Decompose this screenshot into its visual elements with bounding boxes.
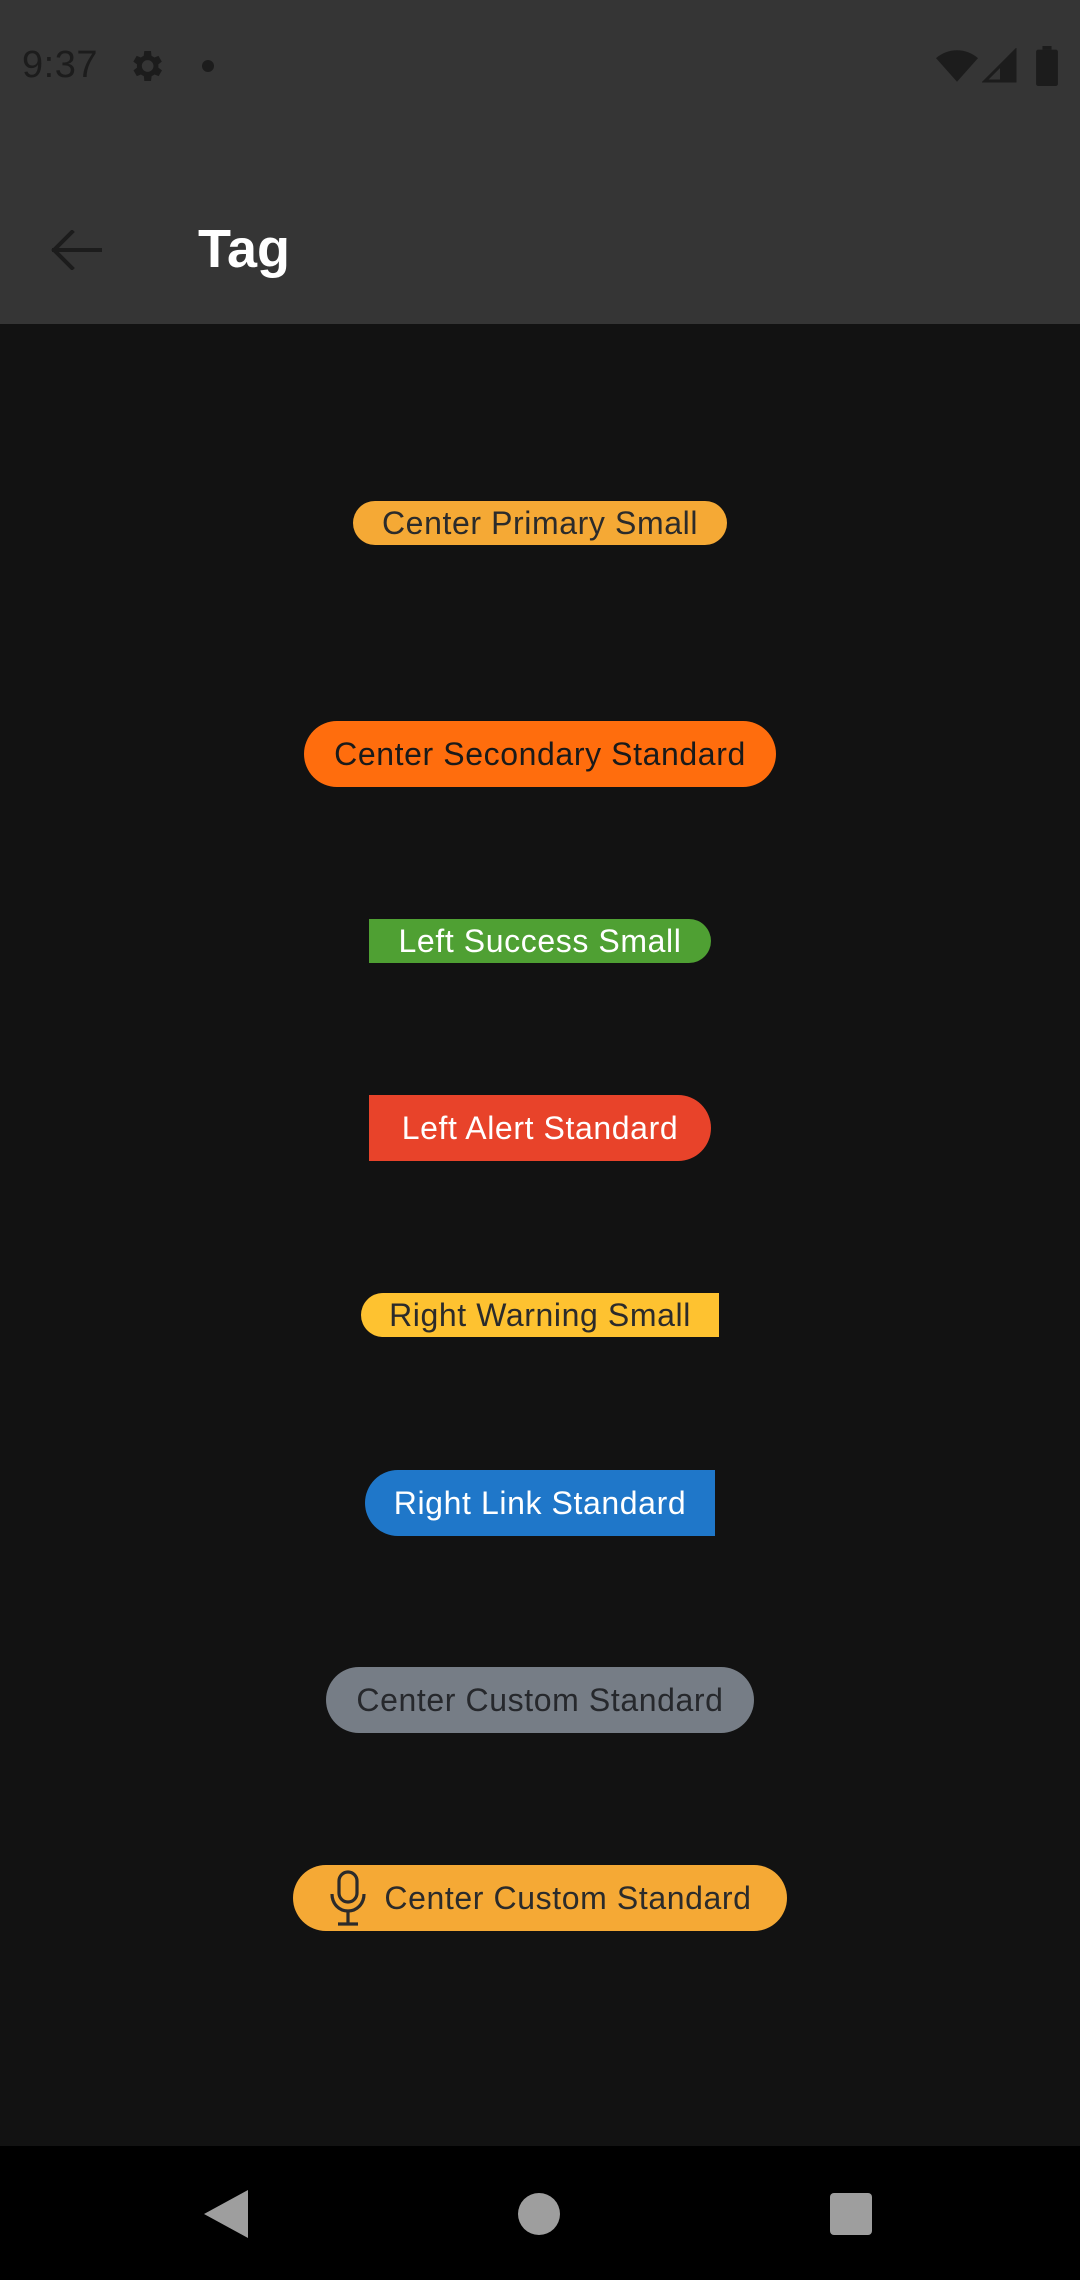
tag-center-custom-standard[interactable]: Center Custom Standard bbox=[326, 1667, 754, 1733]
tag-right-warning-small[interactable]: Right Warning Small bbox=[361, 1293, 719, 1337]
page-title: Tag bbox=[198, 219, 290, 279]
app-bar bbox=[0, 132, 1080, 324]
tag-left-success-small[interactable]: Left Success Small bbox=[369, 919, 711, 963]
nav-home-icon[interactable] bbox=[518, 2193, 560, 2235]
microphone-icon bbox=[330, 1870, 367, 1926]
screen: 9:37 Tag Center Primary Small Center Sec… bbox=[0, 0, 1080, 2280]
status-time: 9:37 bbox=[22, 44, 98, 86]
tag-right-link-standard[interactable]: Right Link Standard bbox=[365, 1470, 715, 1536]
notification-dot-icon bbox=[202, 60, 214, 72]
nav-back-icon[interactable] bbox=[204, 2190, 248, 2238]
status-bar: 9:37 bbox=[0, 0, 1080, 132]
back-button[interactable] bbox=[36, 210, 116, 290]
signal-icon bbox=[982, 48, 1017, 83]
gear-icon bbox=[133, 51, 162, 81]
tag-left-alert-standard[interactable]: Left Alert Standard bbox=[369, 1095, 711, 1161]
tag-center-custom-standard-with-icon[interactable]: Center Custom Standard bbox=[293, 1865, 787, 1931]
battery-icon bbox=[1036, 46, 1058, 86]
nav-recents-icon[interactable] bbox=[830, 2193, 872, 2235]
tag-center-secondary-standard[interactable]: Center Secondary Standard bbox=[304, 721, 776, 787]
tag-label: Center Custom Standard bbox=[384, 1879, 752, 1916]
tag-center-primary-small[interactable]: Center Primary Small bbox=[353, 501, 727, 545]
wifi-icon bbox=[936, 50, 978, 82]
arrow-left-icon bbox=[51, 230, 102, 270]
